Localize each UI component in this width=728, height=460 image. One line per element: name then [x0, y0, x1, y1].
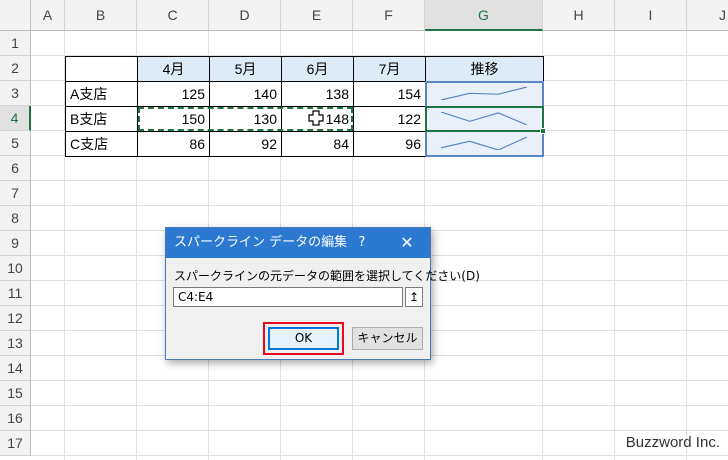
- ok-button[interactable]: OK: [268, 327, 339, 350]
- value-cell[interactable]: 154: [353, 81, 426, 107]
- branch-name[interactable]: A支店: [65, 81, 138, 107]
- row-header-11[interactable]: 11: [0, 281, 31, 306]
- column-header-B[interactable]: B: [65, 0, 137, 31]
- row-header-1[interactable]: 1: [0, 31, 31, 56]
- row-header-6[interactable]: 6: [0, 156, 31, 181]
- value-cell[interactable]: 92: [209, 131, 282, 157]
- column-header-I[interactable]: I: [615, 0, 687, 31]
- row-header-5[interactable]: 5: [0, 131, 31, 156]
- month-header[interactable]: 5月: [209, 56, 282, 82]
- cancel-button[interactable]: キャンセル: [352, 327, 423, 350]
- fill-handle[interactable]: [540, 128, 546, 134]
- cell-select-cursor-icon: [308, 110, 324, 126]
- value-cell[interactable]: 96: [353, 131, 426, 157]
- row-header-7[interactable]: 7: [0, 181, 31, 206]
- sparkline: [440, 136, 528, 151]
- data-range-input[interactable]: C4:E4: [173, 287, 403, 307]
- dialog-title: スパークライン データの編集: [174, 235, 348, 250]
- value-cell[interactable]: 125: [137, 81, 210, 107]
- row-header-8[interactable]: 8: [0, 206, 31, 231]
- sparkline-line: [440, 111, 528, 126]
- branch-name[interactable]: C支店: [65, 131, 138, 157]
- sparkline-line: [440, 136, 528, 151]
- row-header-4[interactable]: 4: [0, 106, 31, 131]
- sparkline: [440, 86, 528, 101]
- select-all-corner[interactable]: [0, 0, 31, 31]
- value-cell[interactable]: 138: [281, 81, 354, 107]
- row-header-14[interactable]: 14: [0, 356, 31, 381]
- row-header-9[interactable]: 9: [0, 231, 31, 256]
- row-header-2[interactable]: 2: [0, 56, 31, 81]
- range-prompt-label: スパークラインの元データの範囲を選択してください(D): [174, 269, 480, 283]
- column-header-C[interactable]: C: [137, 0, 209, 31]
- month-header[interactable]: 6月: [281, 56, 354, 82]
- collapse-dialog-icon[interactable]: ↥: [405, 287, 423, 307]
- sparkline-svg: [440, 111, 528, 126]
- column-header-D[interactable]: D: [209, 0, 281, 31]
- sparkline-svg: [440, 136, 528, 151]
- row-header-3[interactable]: 3: [0, 81, 31, 106]
- row-header-16[interactable]: 16: [0, 406, 31, 431]
- sparkline-line: [440, 86, 528, 101]
- column-header-F[interactable]: F: [353, 0, 425, 31]
- watermark: Buzzword Inc.: [625, 434, 720, 451]
- month-header[interactable]: 4月: [137, 56, 210, 82]
- column-header-A[interactable]: A: [31, 0, 65, 31]
- value-cell[interactable]: 140: [209, 81, 282, 107]
- value-cell[interactable]: 122: [353, 106, 426, 132]
- close-button[interactable]: ✕: [392, 228, 422, 258]
- grid-col-line: [614, 31, 615, 460]
- row-header-10[interactable]: 10: [0, 256, 31, 281]
- row-header-17[interactable]: 17: [0, 431, 31, 456]
- column-header-J[interactable]: J: [687, 0, 728, 31]
- row-header-15[interactable]: 15: [0, 381, 31, 406]
- dialog-title-bar[interactable]: スパークライン データの編集 ? ✕: [166, 228, 430, 258]
- trend-header[interactable]: 推移: [425, 56, 544, 82]
- column-header-G[interactable]: G: [425, 0, 543, 31]
- edit-sparkline-data-dialog: スパークライン データの編集 ? ✕ スパークラインの元データの範囲を選択してく…: [165, 227, 480, 360]
- row-header-12[interactable]: 12: [0, 306, 31, 331]
- column-header-H[interactable]: H: [543, 0, 615, 31]
- column-header-E[interactable]: E: [281, 0, 353, 31]
- grid-col-line: [686, 31, 687, 460]
- sparkline-svg: [440, 86, 528, 101]
- help-button[interactable]: ?: [352, 228, 372, 258]
- row-header-13[interactable]: 13: [0, 331, 31, 356]
- month-header[interactable]: 7月: [353, 56, 426, 82]
- cell-b2[interactable]: [65, 56, 138, 82]
- value-cell[interactable]: 86: [137, 131, 210, 157]
- branch-name[interactable]: B支店: [65, 106, 138, 132]
- sparkline: [440, 111, 528, 126]
- value-cell[interactable]: 84: [281, 131, 354, 157]
